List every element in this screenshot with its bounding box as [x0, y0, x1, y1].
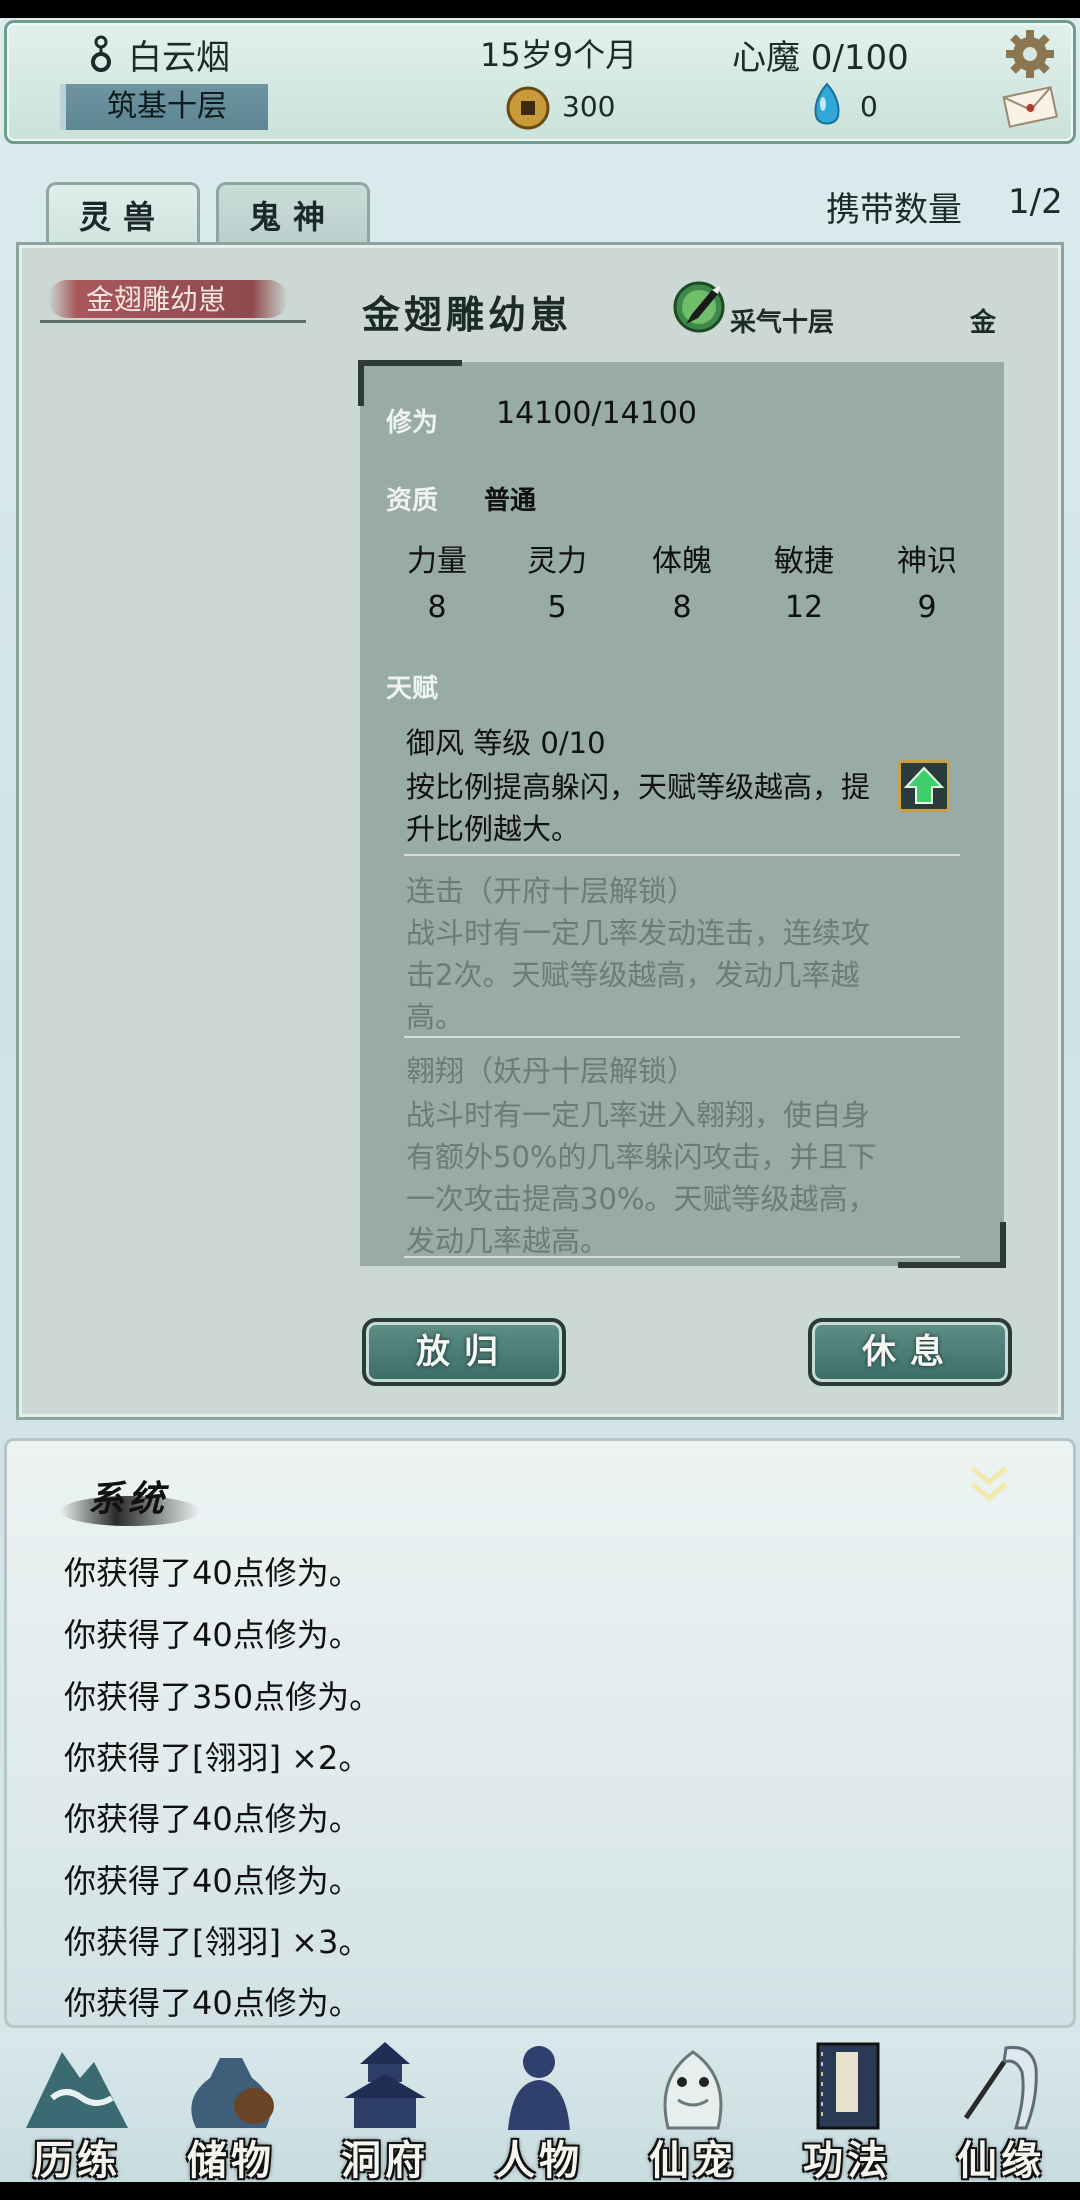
- stat-agility-value: 12: [784, 590, 824, 625]
- nav-fate[interactable]: 仙缘: [924, 2038, 1078, 2184]
- nav-label: 历练: [33, 2137, 121, 2184]
- rest-button[interactable]: 休息: [808, 1318, 1012, 1386]
- talent-description-locked: 战斗时有一定几率进入翱翔，使自身有额外50%的几率躲闪攻击，并且下一次攻击提高3…: [406, 1098, 877, 1258]
- mountain-icon: [26, 2052, 128, 2128]
- log-line: 你获得了40点修为。: [64, 1554, 361, 1592]
- nav-training[interactable]: 历练: [0, 2038, 154, 2184]
- nav-label: 功法: [803, 2137, 891, 2184]
- stat-strength-value: 8: [427, 590, 447, 625]
- spirit-stone-icon: [814, 82, 840, 125]
- pet-list-label: 金翅雕幼崽: [86, 283, 227, 316]
- player-name: 白云烟: [128, 38, 230, 78]
- log-line: 你获得了40点修为。: [64, 1862, 361, 1900]
- aptitude-label: 资质: [386, 486, 439, 516]
- nav-label: 储物: [187, 2137, 275, 2184]
- heart-demon-value: 心魔 0/100: [732, 38, 909, 78]
- spirit-stone-count: 0: [860, 90, 878, 123]
- log-line: 你获得了[翎羽] ×2。: [64, 1739, 371, 1777]
- stat-agility-label: 敏捷: [774, 544, 834, 579]
- spirit-pet-icon: [663, 2050, 723, 2130]
- carry-count-value: 1/2: [1008, 182, 1063, 222]
- rename-brush-icon[interactable]: [672, 280, 726, 334]
- card-corner-decoration: [898, 1222, 1006, 1268]
- talent-upgrade-button[interactable]: [898, 760, 950, 812]
- cultivation-label: 修为: [386, 408, 439, 438]
- pet-list-divider: [40, 320, 306, 323]
- navigation-bar: [0, 2182, 1080, 2200]
- log-title: 系统: [88, 1478, 169, 1520]
- coin-icon: [506, 86, 550, 130]
- carry-count-label: 携带数量: [826, 190, 962, 230]
- stat-spirit-value: 5: [547, 590, 567, 625]
- arrow-up-icon: [903, 766, 945, 804]
- talent-description-locked: 战斗时有一定几率发动连击，连续攻击2次。天赋等级越高，发动几率越高。: [406, 916, 871, 1034]
- pet-element: 金: [970, 308, 997, 338]
- nav-label: 洞府: [341, 2137, 429, 2184]
- stat-strength-label: 力量: [407, 544, 467, 579]
- player-age: 15岁9个月: [480, 36, 638, 74]
- nav-pet[interactable]: 仙宠: [616, 2038, 770, 2184]
- log-line: 你获得了350点修为。: [64, 1678, 382, 1716]
- talent-title-locked: 翱翔（妖丹十层解锁）: [406, 1054, 697, 1088]
- talent-divider: [404, 1036, 960, 1038]
- bag-icon: [191, 2058, 274, 2128]
- tab-ghost-god[interactable]: 鬼神: [216, 182, 370, 246]
- stat-perception-label: 神识: [897, 544, 957, 579]
- stat-physique-label: 体魄: [652, 544, 712, 579]
- gear-icon[interactable]: [1004, 28, 1056, 80]
- log-line: 你获得了[翎羽] ×3。: [64, 1923, 371, 1961]
- aptitude-value: 普通: [484, 486, 537, 516]
- talent-description: 按比例提高躲闪，天赋等级越高，提升比例越大。: [406, 770, 871, 846]
- pagoda-icon: [344, 2042, 426, 2128]
- crane-icon: [963, 2045, 1038, 2130]
- nav-cave[interactable]: 洞府: [308, 2038, 462, 2184]
- stat-perception-value: 9: [917, 590, 937, 625]
- nav-label: 仙宠: [649, 2137, 737, 2184]
- pet-realm: 采气十层: [730, 308, 835, 338]
- log-line: 你获得了40点修为。: [64, 1984, 361, 2022]
- talent-divider: [404, 854, 960, 856]
- nav-label: 人物: [495, 2137, 583, 2184]
- cultivation-value: 14100/14100: [496, 396, 697, 431]
- nav-character[interactable]: 人物: [462, 2038, 616, 2184]
- nav-storage[interactable]: 储物: [154, 2038, 308, 2184]
- talent-label: 天赋: [386, 674, 439, 704]
- talent-title-locked: 连击（开府十层解锁）: [406, 874, 697, 908]
- stat-spirit-label: 灵力: [527, 544, 587, 579]
- coin-count: 300: [562, 90, 616, 123]
- mail-icon[interactable]: [1000, 84, 1060, 128]
- log-line: 你获得了40点修为。: [64, 1800, 361, 1838]
- chevron-down-icon[interactable]: [968, 1462, 1010, 1506]
- key-icon: [91, 35, 111, 72]
- nav-label: 仙缘: [957, 2137, 1045, 2184]
- pet-list-item[interactable]: 金翅雕幼崽: [40, 276, 300, 322]
- log-line: 你获得了40点修为。: [64, 1616, 361, 1654]
- stat-physique-value: 8: [672, 590, 692, 625]
- release-button[interactable]: 放归: [362, 1318, 566, 1386]
- person-icon: [508, 2046, 570, 2130]
- talent-title: 御风 等级 0/10: [406, 726, 606, 760]
- player-realm: 筑基十层: [60, 84, 268, 130]
- nav-skills[interactable]: 功法: [770, 2038, 924, 2184]
- card-corner-decoration: [358, 360, 462, 406]
- talent-divider: [404, 1256, 960, 1258]
- status-bar: [0, 0, 1080, 18]
- scripture-book-icon: [816, 2042, 880, 2130]
- pet-name: 金翅雕幼崽: [362, 292, 573, 337]
